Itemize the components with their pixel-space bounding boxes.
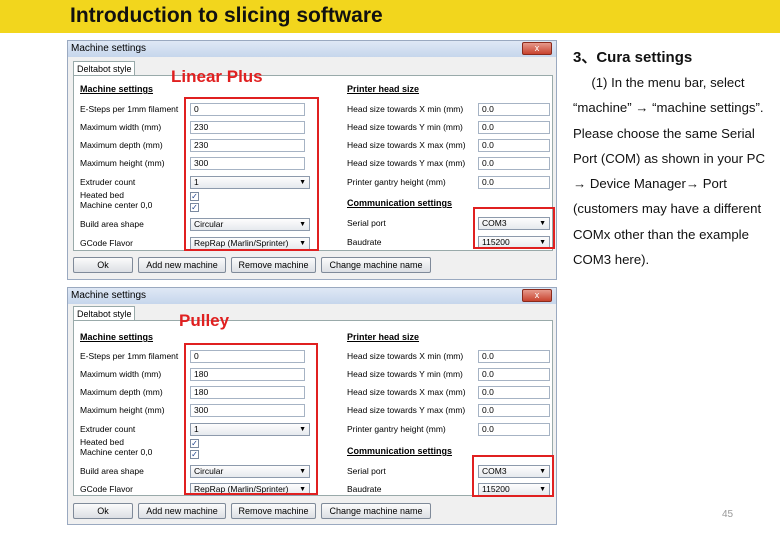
gantry-height-field[interactable]: 0.0 <box>478 176 550 189</box>
section-title: 3、Cura settings <box>573 49 693 66</box>
head-x-max-field[interactable]: 0.0 <box>478 139 550 152</box>
max-height-label: Maximum height (mm) <box>80 405 165 415</box>
head-y-min-field[interactable]: 0.0 <box>478 121 550 134</box>
change-machine-name-button[interactable]: Change machine name <box>321 257 431 273</box>
gantry-height-label: Printer gantry height (mm) <box>347 424 446 434</box>
max-depth-label: Maximum depth (mm) <box>80 387 163 397</box>
change-machine-name-button[interactable]: Change machine name <box>321 503 431 519</box>
head-x-min-field[interactable]: 0.0 <box>478 350 550 363</box>
printer-head-size-heading: Printer head size <box>347 84 420 94</box>
e-steps-label: E-Steps per 1mm filament <box>80 104 179 114</box>
remove-machine-button[interactable]: Remove machine <box>231 503 316 519</box>
build-area-shape-label: Build area shape <box>80 219 144 229</box>
remove-machine-button[interactable]: Remove machine <box>231 257 316 273</box>
window-title: Machine settings <box>71 290 147 301</box>
tab-deltabot-style[interactable]: Deltabot style <box>73 306 135 321</box>
gcode-flavor-label: GCode Flavor <box>80 484 133 494</box>
gcode-flavor-label: GCode Flavor <box>80 238 133 248</box>
add-machine-button[interactable]: Add new machine <box>138 503 226 519</box>
ok-button[interactable]: Ok <box>73 503 133 519</box>
head-x-max-label: Head size towards X max (mm) <box>347 387 466 397</box>
window-titlebar: Machine settings x <box>68 288 556 304</box>
machine-center-label: Machine center 0,0 <box>80 447 153 457</box>
head-y-max-field[interactable]: 0.0 <box>478 157 550 170</box>
head-y-max-label: Head size towards Y max (mm) <box>347 158 466 168</box>
tab-deltabot-style[interactable]: Deltabot style <box>73 61 135 76</box>
gantry-height-field[interactable]: 0.0 <box>478 423 550 436</box>
window-title: Machine settings <box>71 43 147 54</box>
baudrate-label: Baudrate <box>347 237 382 247</box>
head-x-min-label: Head size towards X min (mm) <box>347 351 464 361</box>
machine-center-label: Machine center 0,0 <box>80 200 153 210</box>
head-x-max-label: Head size towards X max (mm) <box>347 140 466 150</box>
heated-bed-label: Heated bed <box>80 437 124 447</box>
gantry-height-label: Printer gantry height (mm) <box>347 177 446 187</box>
head-y-min-field[interactable]: 0.0 <box>478 368 550 381</box>
pulley-annotation: Pulley <box>179 311 230 330</box>
extruder-count-label: Extruder count <box>80 177 136 187</box>
max-width-label: Maximum width (mm) <box>80 122 162 132</box>
max-width-label: Maximum width (mm) <box>80 369 162 379</box>
page-number: 45 <box>722 509 734 520</box>
max-depth-label: Maximum depth (mm) <box>80 140 163 150</box>
extruder-count-label: Extruder count <box>80 424 136 434</box>
printer-head-size-heading: Printer head size <box>347 332 420 342</box>
close-icon[interactable]: x <box>522 42 552 55</box>
page-title: Introduction to slicing software <box>70 4 383 27</box>
title-banner: Introduction to slicing software <box>0 0 780 33</box>
communication-settings-heading: Communication settings <box>347 446 453 456</box>
heated-bed-label: Heated bed <box>80 190 124 200</box>
instructions-text: (1) In the menu bar, select “machine” → … <box>573 75 766 268</box>
head-y-min-label: Head size towards Y min (mm) <box>347 122 463 132</box>
head-x-min-label: Head size towards X min (mm) <box>347 104 464 114</box>
communication-settings-heading: Communication settings <box>347 198 453 208</box>
head-y-max-label: Head size towards Y max (mm) <box>347 405 466 415</box>
machine-settings-heading: Machine settings <box>80 84 154 94</box>
head-x-min-field[interactable]: 0.0 <box>478 103 550 116</box>
linear-plus-comm-highlight-box <box>473 207 555 249</box>
pulley-highlight-box <box>184 343 318 495</box>
machine-settings-heading: Machine settings <box>80 332 154 342</box>
linear-plus-highlight-box <box>184 97 319 251</box>
serial-port-label: Serial port <box>347 466 386 476</box>
linear-plus-annotation: Linear Plus <box>171 67 263 86</box>
max-height-label: Maximum height (mm) <box>80 158 165 168</box>
serial-port-label: Serial port <box>347 218 386 228</box>
head-y-max-field[interactable]: 0.0 <box>478 404 550 417</box>
head-y-min-label: Head size towards Y min (mm) <box>347 369 463 379</box>
build-area-shape-label: Build area shape <box>80 466 144 476</box>
baudrate-label: Baudrate <box>347 484 382 494</box>
e-steps-label: E-Steps per 1mm filament <box>80 351 179 361</box>
window-titlebar: Machine settings x <box>68 41 556 57</box>
close-icon[interactable]: x <box>522 289 552 302</box>
ok-button[interactable]: Ok <box>73 257 133 273</box>
head-x-max-field[interactable]: 0.0 <box>478 386 550 399</box>
pulley-comm-highlight-box <box>472 455 554 497</box>
add-machine-button[interactable]: Add new machine <box>138 257 226 273</box>
